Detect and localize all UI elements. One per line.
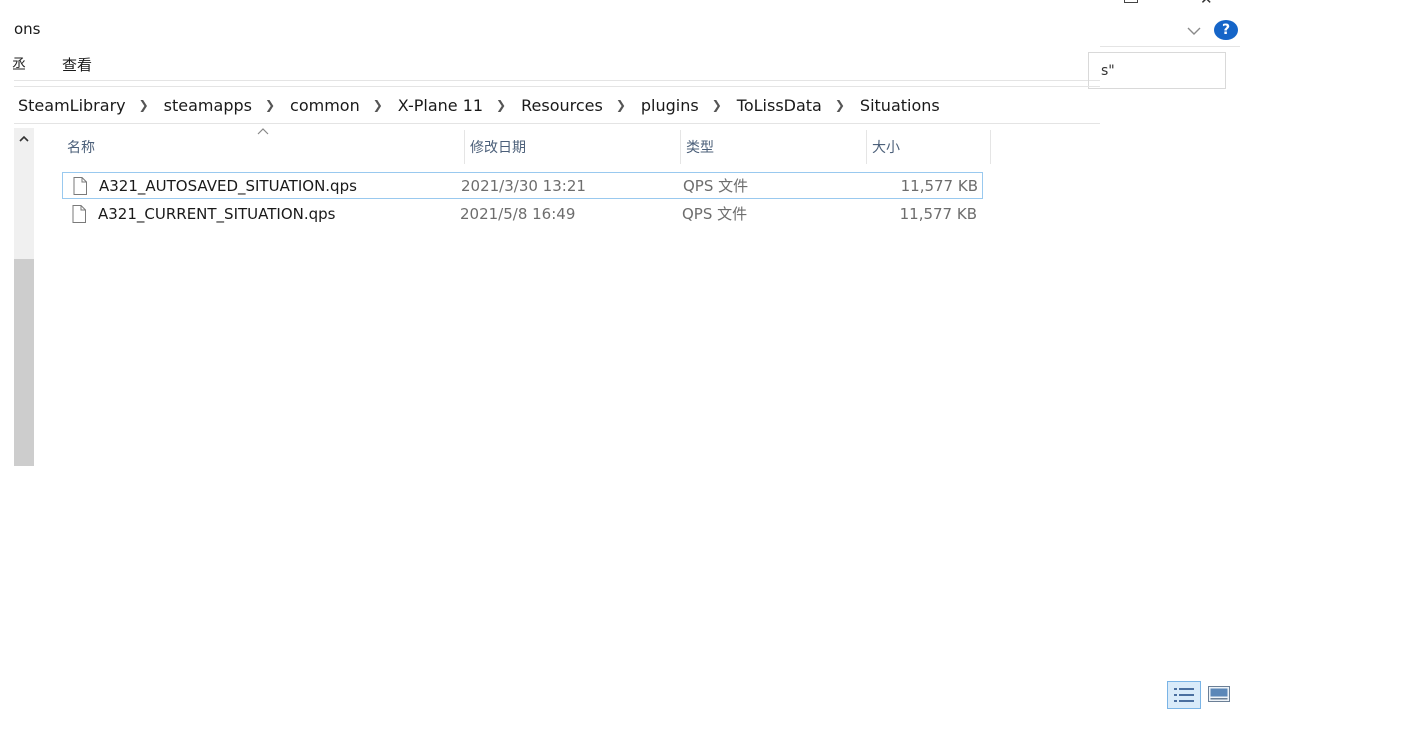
breadcrumb-item[interactable]: plugins bbox=[637, 96, 703, 115]
file-name-cell[interactable]: A321_AUTOSAVED_SITUATION.qps bbox=[63, 176, 461, 195]
file-icon bbox=[72, 204, 86, 223]
column-header-name[interactable]: 名称 bbox=[62, 130, 465, 164]
file-icon bbox=[73, 176, 87, 195]
column-header-size[interactable]: 大小 bbox=[867, 130, 991, 164]
search-input[interactable]: s" bbox=[1088, 52, 1226, 89]
chevron-right-icon[interactable]: ❯ bbox=[364, 98, 394, 112]
chevron-right-icon[interactable]: ❯ bbox=[607, 98, 637, 112]
column-header-size-label: 大小 bbox=[872, 140, 900, 156]
chevron-right-icon[interactable]: ❯ bbox=[130, 98, 160, 112]
file-size: 11,577 KB bbox=[899, 204, 977, 223]
breadcrumb-item[interactable]: steamapps bbox=[160, 96, 256, 115]
breadcrumb-item[interactable]: X-Plane 11 bbox=[394, 96, 487, 115]
navigation-pane-scrollbar[interactable] bbox=[14, 128, 34, 466]
breadcrumb[interactable]: SteamLibrary ❯ steamapps ❯ common ❯ X-Pl… bbox=[14, 86, 1100, 124]
file-row[interactable]: A321_CURRENT_SITUATION.qps 2021/5/8 16:4… bbox=[62, 200, 983, 227]
chevron-right-icon[interactable]: ❯ bbox=[703, 98, 733, 112]
search-text: s" bbox=[1101, 63, 1115, 79]
file-type: QPS 文件 bbox=[683, 177, 749, 195]
file-date: 2021/3/30 13:21 bbox=[461, 176, 586, 195]
explorer-window: ons ✕ ? 丞 查看 s" SteamLibrary ❯ steamapps… bbox=[0, 0, 1418, 732]
breadcrumb-item[interactable]: ToLissData bbox=[733, 96, 826, 115]
column-header-type-label: 类型 bbox=[686, 140, 714, 156]
file-name: A321_AUTOSAVED_SITUATION.qps bbox=[99, 176, 357, 195]
file-row[interactable]: A321_AUTOSAVED_SITUATION.qps 2021/3/30 1… bbox=[62, 172, 983, 199]
details-view-icon bbox=[1174, 688, 1194, 702]
menu-divider bbox=[14, 80, 1100, 81]
scrollbar-thumb[interactable] bbox=[14, 259, 34, 466]
column-header-name-label: 名称 bbox=[67, 140, 95, 156]
file-name: A321_CURRENT_SITUATION.qps bbox=[98, 204, 336, 223]
chevron-down-icon[interactable] bbox=[1184, 20, 1204, 40]
column-header-row: 名称 修改日期 类型 大小 bbox=[62, 130, 991, 164]
breadcrumb-item[interactable]: Resources bbox=[517, 96, 607, 115]
column-header-date[interactable]: 修改日期 bbox=[465, 130, 681, 164]
column-header-date-label: 修改日期 bbox=[470, 140, 526, 156]
scroll-up-icon[interactable] bbox=[14, 128, 34, 150]
ribbon-divider bbox=[1100, 46, 1240, 47]
large-icons-view-icon[interactable] bbox=[1208, 686, 1230, 702]
menu-tab-view[interactable]: 查看 bbox=[62, 54, 92, 75]
window-title: ons bbox=[14, 20, 41, 38]
details-view-button[interactable] bbox=[1167, 681, 1201, 709]
breadcrumb-item[interactable]: SteamLibrary bbox=[14, 96, 130, 115]
file-type: QPS 文件 bbox=[682, 205, 748, 223]
maximize-icon[interactable] bbox=[1124, 0, 1138, 3]
chevron-right-icon[interactable]: ❯ bbox=[487, 98, 517, 112]
file-size: 11,577 KB bbox=[900, 176, 978, 195]
file-date: 2021/5/8 16:49 bbox=[460, 204, 576, 223]
column-header-type[interactable]: 类型 bbox=[681, 130, 867, 164]
breadcrumb-item[interactable]: common bbox=[286, 96, 364, 115]
breadcrumb-item-current[interactable]: Situations bbox=[856, 96, 944, 115]
chevron-right-icon[interactable]: ❯ bbox=[256, 98, 286, 112]
close-icon[interactable]: ✕ bbox=[1200, 0, 1213, 8]
help-icon[interactable]: ? bbox=[1214, 20, 1238, 40]
file-name-cell[interactable]: A321_CURRENT_SITUATION.qps bbox=[62, 204, 460, 223]
menu-tab-partial[interactable]: 丞 bbox=[12, 54, 26, 74]
chevron-right-icon[interactable]: ❯ bbox=[826, 98, 856, 112]
